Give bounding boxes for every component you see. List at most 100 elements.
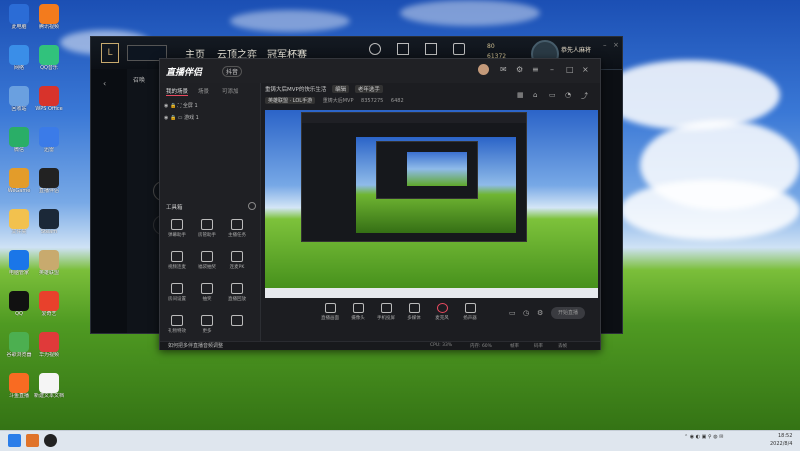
maximize-icon[interactable]: □ <box>566 65 574 74</box>
desktop-icon[interactable]: 爱奇艺 <box>32 291 66 317</box>
lock-icon[interactable]: ⌂ <box>533 91 537 99</box>
scene-item[interactable]: ◉ 🔒 ▭ 游戏 1 <box>164 114 199 121</box>
app-icon <box>9 168 29 188</box>
toolbox-item[interactable]: 房管助手 <box>194 219 220 238</box>
desktop-icons: 此电脑 腾讯视频网络 QQ音乐回收站 WPS Office 微信 迅雷 WeGame 直播伴侣… <box>0 0 70 430</box>
bottom-tool[interactable]: 扬声器 <box>457 303 483 321</box>
status-message[interactable]: 如何把多伴直播音频调整 <box>168 342 223 349</box>
scene-item[interactable]: ◉ 🔒 ⛶ 全屏 1 <box>164 102 198 109</box>
tab-scenes[interactable]: 场景 <box>198 87 209 95</box>
bottom-tool[interactable]: 麦克风 <box>429 303 455 321</box>
desktop-icon[interactable]: 谷歌浏览器 <box>2 332 36 358</box>
desktop-icon[interactable]: Steam <box>32 209 66 235</box>
desktop-icon[interactable]: QQ <box>2 291 36 317</box>
tool-label: 弹幕助手 <box>168 233 186 238</box>
game-category[interactable]: 英雄联盟 · LOL手游 <box>265 97 316 104</box>
collection-icon[interactable] <box>397 43 409 55</box>
desktop-icon[interactable]: 腾讯视频 <box>32 4 66 30</box>
desktop-icon[interactable]: 迅雷 <box>32 127 66 153</box>
desktop-icon-label: 电脑管家 <box>8 270 29 276</box>
desktop-icon[interactable]: 英雄联盟 <box>32 250 66 276</box>
collapse-icon[interactable] <box>248 202 256 210</box>
meta-field: 8357275 <box>361 98 384 104</box>
desktop-icon[interactable]: WPS Office <box>32 86 66 112</box>
stream-title[interactable]: 重铸大后MVP的快乐生活 <box>265 87 326 93</box>
timer-icon[interactable]: ◷ <box>523 309 529 317</box>
desktop-icon[interactable]: 网络 <box>2 45 36 71</box>
nested-title-bar <box>302 113 526 123</box>
cloud <box>400 0 540 26</box>
taskbar: ⌃ ◉ ◐ ▣ ⚲ ◍ ✉ 18:52 2022/8/4 <box>0 430 800 451</box>
bottom-tool-label: 扬声器 <box>463 316 477 321</box>
minimize-icon[interactable]: – <box>603 41 607 49</box>
desktop-icon[interactable]: WeGame <box>2 168 36 194</box>
bottom-tool[interactable]: 手机投屏 <box>373 303 399 321</box>
streaming-app-window[interactable]: 直播伴侣 抖音 ✉ ⚙ ≡ – □ × 我的场景 场景 可添加 ◉ 🔒 ⛶ 全屏… <box>159 58 601 350</box>
tool-label: 连麦PK <box>229 265 245 270</box>
close-icon[interactable]: × <box>582 65 589 74</box>
gear-icon[interactable]: ⚙ <box>516 65 523 74</box>
record-icon[interactable]: ▭ <box>509 309 516 317</box>
lol-logo-icon[interactable]: L <box>101 43 119 63</box>
bell-icon[interactable]: ◔ <box>565 91 571 99</box>
clock-date[interactable]: 2022/8/4 <box>770 441 792 447</box>
desktop-icon[interactable]: 新建文本文档 <box>32 373 66 399</box>
toolbox-item[interactable]: 抽奖 <box>194 283 220 302</box>
toolbox-item[interactable] <box>224 315 250 328</box>
minimize-icon[interactable]: – <box>550 65 554 74</box>
tray-icons[interactable]: ⌃ ◉ ◐ ▣ ⚲ ◍ ✉ <box>684 434 723 440</box>
app-icon <box>9 45 29 65</box>
screen-icon[interactable]: ▭ <box>549 91 556 99</box>
toolbox-item[interactable]: 主播任务 <box>224 219 250 238</box>
layout-icon[interactable]: ▦ <box>517 91 524 99</box>
toolbox-item[interactable]: 弹幕助手 <box>164 219 190 238</box>
taskbar-app-icon[interactable] <box>26 434 39 447</box>
avatar[interactable] <box>478 64 489 75</box>
start-icon[interactable] <box>8 434 21 447</box>
loot-icon[interactable] <box>425 43 437 55</box>
platform-badge[interactable]: 抖音 <box>222 66 243 77</box>
desktop-icon[interactable]: 华为视频 <box>32 332 66 358</box>
menu-icon[interactable]: ≡ <box>532 65 539 74</box>
desktop-icon[interactable]: 文件夹 <box>2 209 36 235</box>
go-live-button[interactable]: 开始直播 <box>551 307 585 319</box>
desktop-icon[interactable]: 此电脑 <box>2 4 36 30</box>
stream-preview[interactable] <box>265 110 598 298</box>
desktop-icon-label: 微信 <box>13 147 24 153</box>
gear-icon[interactable]: ⚙ <box>537 309 543 317</box>
bottom-tool[interactable]: 摄像头 <box>345 303 371 321</box>
toolbox-item[interactable]: 福袋抽奖 <box>194 251 220 270</box>
toolbox-item[interactable]: 礼物特效 <box>164 315 190 334</box>
taskbar-app-icon[interactable] <box>44 434 57 447</box>
desktop-icon[interactable]: 斗鱼直播 <box>2 373 36 399</box>
bottom-tool-label: 多媒体 <box>407 316 421 321</box>
share-icon[interactable]: ⤴ <box>581 91 588 101</box>
bottom-tool[interactable]: 多媒体 <box>401 303 427 321</box>
tool-label: 房管助手 <box>198 233 216 238</box>
clock-time[interactable]: 18:52 <box>778 433 792 439</box>
edit-tag[interactable]: 编辑 <box>332 85 350 93</box>
tab-addable[interactable]: 可添加 <box>222 87 239 95</box>
bottom-tool[interactable]: 直播画面 <box>317 303 343 321</box>
desktop-icon[interactable]: 直播伴侣 <box>32 168 66 194</box>
nested-preview <box>407 152 467 186</box>
mail-icon[interactable]: ✉ <box>500 65 507 74</box>
desktop-icon-label: 谷歌浏览器 <box>6 352 32 358</box>
toolbox-item[interactable]: 更多 <box>194 315 220 334</box>
category-tag[interactable]: 老年选手 <box>354 85 383 93</box>
bottom-tool-icon <box>352 303 364 313</box>
close-icon[interactable]: × <box>613 41 619 49</box>
tool-icon <box>171 283 183 294</box>
profile-icon[interactable] <box>369 43 381 55</box>
desktop-icon[interactable]: 微信 <box>2 127 36 153</box>
back-icon[interactable]: ‹ <box>103 79 106 88</box>
desktop-icon[interactable]: 回收站 <box>2 86 36 112</box>
desktop-icon[interactable]: 电脑管家 <box>2 250 36 276</box>
store-icon[interactable] <box>453 43 465 55</box>
toolbox-item[interactable]: 房间设置 <box>164 283 190 302</box>
tab-my-scenes[interactable]: 我的场景 <box>166 87 189 96</box>
toolbox-item[interactable]: 连麦PK <box>224 251 250 270</box>
toolbox-item[interactable]: 视频连麦 <box>164 251 190 270</box>
toolbox-item[interactable]: 直播回放 <box>224 283 250 302</box>
desktop-icon[interactable]: QQ音乐 <box>32 45 66 71</box>
